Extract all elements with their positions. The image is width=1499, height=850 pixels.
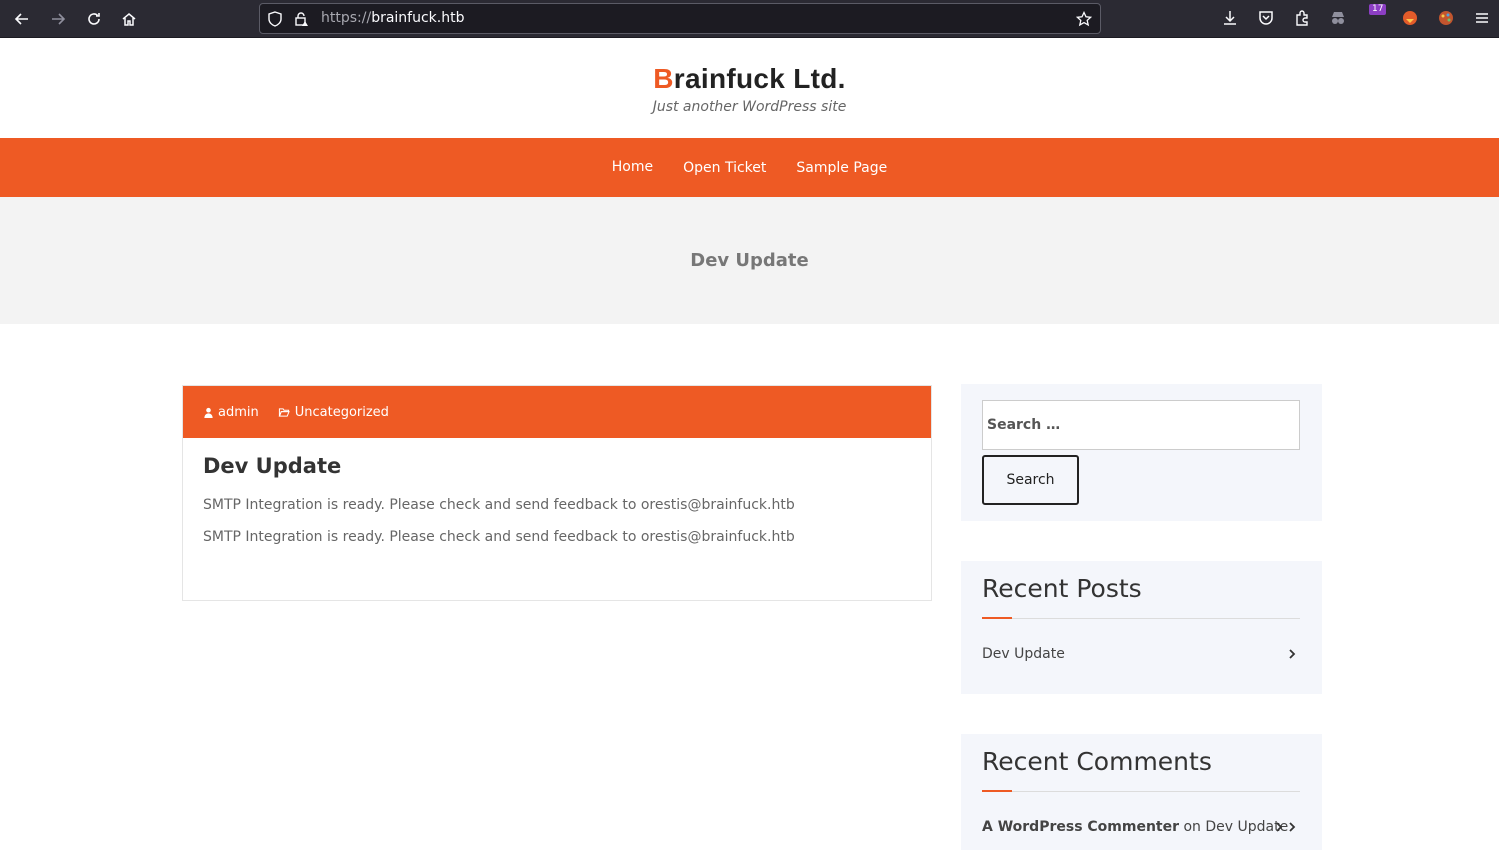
notification-badge: 17 — [1369, 4, 1387, 15]
nav-open-ticket[interactable]: Open Ticket — [683, 160, 766, 176]
post-card: admin Uncategorized Dev Update SMTP Inte… — [182, 385, 932, 601]
post-title[interactable]: Dev Update — [203, 454, 341, 478]
divider — [982, 791, 1300, 792]
palette-extension-icon[interactable] — [1437, 9, 1455, 27]
site-header: Brainfuck Ltd. Just another WordPress si… — [0, 39, 1499, 138]
reload-button[interactable] — [81, 6, 107, 32]
post-paragraph: SMTP Integration is ready. Please check … — [203, 497, 795, 513]
chevron-right-icon — [1289, 649, 1296, 659]
browser-toolbar: https://brainfuck.htb 17 — [0, 0, 1499, 38]
search-button[interactable]: Search — [982, 455, 1079, 505]
arrow-left-icon — [14, 13, 28, 25]
recent-comments-widget: Recent Comments A WordPress Commenter on… — [961, 734, 1322, 850]
recent-comment-item: A WordPress Commenter on Dev Update — [982, 819, 1288, 835]
site-title[interactable]: Brainfuck Ltd. — [0, 63, 1499, 95]
site-title-initial: B — [653, 63, 674, 94]
address-bar[interactable]: https://brainfuck.htb — [259, 3, 1101, 34]
page-title: Dev Update — [690, 250, 809, 271]
chevron-right-icon — [1289, 822, 1296, 832]
back-button[interactable] — [9, 6, 35, 32]
arrow-right-icon — [52, 13, 66, 25]
comment-author[interactable]: A WordPress Commenter — [982, 819, 1179, 835]
page-title-banner: Dev Update — [0, 197, 1499, 324]
main-navigation: Home Open Ticket Sample Page — [0, 138, 1499, 197]
post-author[interactable]: admin — [203, 405, 259, 420]
reload-icon — [88, 13, 100, 25]
star-icon[interactable] — [1076, 11, 1092, 27]
forward-button[interactable] — [45, 6, 71, 32]
comment-on-text: on — [1183, 819, 1201, 835]
extensions-icon[interactable] — [1293, 9, 1311, 27]
recent-posts-title: Recent Posts — [982, 574, 1142, 603]
post-meta-bar: admin Uncategorized — [183, 386, 931, 438]
post-category-name: Uncategorized — [294, 404, 389, 420]
home-button[interactable] — [116, 6, 142, 32]
post-paragraph: SMTP Integration is ready. Please check … — [203, 529, 795, 545]
search-widget: Search … Search — [961, 384, 1322, 521]
pocket-icon[interactable] — [1257, 9, 1275, 27]
incognito-icon[interactable] — [1329, 9, 1347, 27]
recent-comments-title: Recent Comments — [982, 747, 1212, 776]
fox-extension-icon[interactable] — [1401, 9, 1419, 27]
recent-posts-widget: Recent Posts Dev Update — [961, 561, 1322, 694]
site-title-rest: rainfuck Ltd. — [673, 63, 846, 94]
hamburger-menu-icon[interactable] — [1473, 9, 1491, 27]
shield-icon[interactable] — [267, 11, 283, 27]
chevron-right-icon — [1276, 822, 1283, 832]
url-host: brainfuck.htb — [371, 10, 465, 26]
nav-sample-page[interactable]: Sample Page — [796, 160, 887, 176]
accent-divider — [982, 617, 1012, 619]
home-icon — [122, 13, 136, 26]
insecure-lock-icon[interactable] — [293, 11, 309, 27]
site-tagline: Just another WordPress site — [652, 99, 847, 115]
post-category[interactable]: Uncategorized — [277, 405, 389, 420]
search-input[interactable]: Search … — [982, 400, 1300, 450]
folder-open-icon — [278, 407, 290, 417]
nav-home[interactable]: Home — [612, 159, 653, 175]
download-icon[interactable] — [1221, 9, 1239, 27]
divider — [982, 618, 1300, 619]
recent-post-link[interactable]: Dev Update — [982, 646, 1065, 662]
accent-divider — [982, 790, 1012, 792]
post-author-name: admin — [218, 404, 259, 420]
url-protocol: https:// — [321, 10, 372, 26]
url-text: https://brainfuck.htb — [321, 10, 464, 26]
user-icon — [204, 407, 213, 418]
